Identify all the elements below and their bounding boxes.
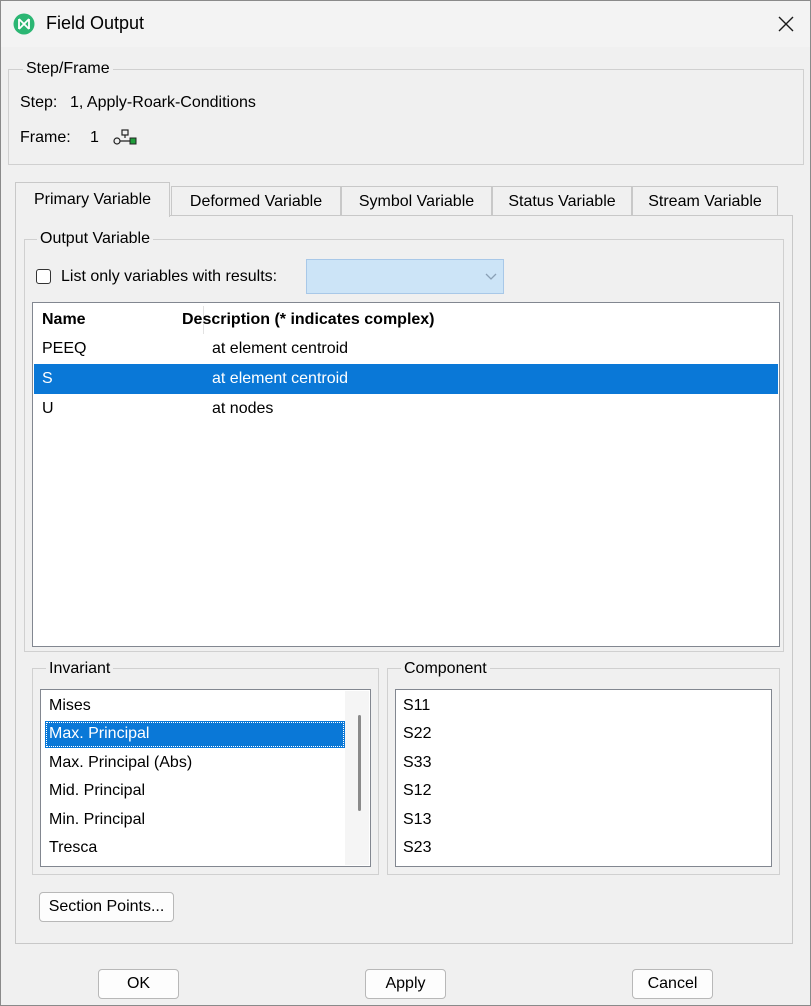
- ok-button[interactable]: OK: [98, 969, 179, 999]
- variable-description: at element centroid: [212, 340, 349, 357]
- list-item[interactable]: S23: [399, 835, 759, 862]
- list-only-results-label: List only variables with results:: [61, 268, 278, 285]
- list-item[interactable]: S11: [399, 693, 759, 720]
- variable-name: S: [42, 370, 53, 387]
- component-group-label: Component: [401, 660, 490, 678]
- invariant-scrollbar[interactable]: [345, 691, 369, 865]
- frame-selector-icon[interactable]: [113, 128, 137, 146]
- table-row[interactable]: S at element centroid: [34, 364, 778, 394]
- list-item[interactable]: Max. Principal (Abs): [45, 750, 345, 777]
- list-item[interactable]: Tresca: [45, 835, 345, 862]
- output-variable-list[interactable]: Name Description (* indicates complex) P…: [32, 302, 780, 647]
- column-header-description[interactable]: Description (* indicates complex): [182, 311, 435, 329]
- scrollbar-thumb[interactable]: [358, 715, 361, 811]
- chevron-down-icon: [485, 273, 497, 280]
- list-header: Name Description (* indicates complex): [34, 304, 778, 334]
- list-only-results-checkbox[interactable]: [36, 269, 51, 284]
- list-item[interactable]: S12: [399, 778, 759, 805]
- results-filter-combo[interactable]: [306, 259, 504, 294]
- variable-name: U: [42, 400, 54, 417]
- list-item[interactable]: S22: [399, 721, 759, 748]
- variable-description: at nodes: [212, 400, 274, 417]
- frame-label: Frame:: [20, 129, 71, 146]
- apply-button[interactable]: Apply: [365, 969, 446, 999]
- tab-deformed-variable[interactable]: Deformed Variable: [171, 186, 341, 216]
- step-frame-group: [8, 69, 804, 165]
- list-item[interactable]: Max. Principal: [45, 721, 345, 748]
- step-frame-group-label: Step/Frame: [23, 60, 113, 78]
- section-points-button[interactable]: Section Points...: [39, 892, 174, 922]
- title-bar: Field Output: [1, 1, 810, 47]
- window-title: Field Output: [46, 13, 145, 33]
- tab-primary-variable[interactable]: Primary Variable: [15, 182, 170, 217]
- close-icon: [778, 16, 794, 32]
- app-logo-icon: [13, 13, 35, 35]
- tab-symbol-variable[interactable]: Symbol Variable: [341, 186, 492, 216]
- table-row[interactable]: U at nodes: [34, 394, 778, 424]
- step-label: Step:: [20, 94, 58, 111]
- variable-description: at element centroid: [212, 370, 349, 387]
- list-item[interactable]: S13: [399, 807, 759, 834]
- tab-status-variable[interactable]: Status Variable: [492, 186, 632, 216]
- column-header-name[interactable]: Name: [42, 311, 86, 329]
- list-item[interactable]: Min. Principal: [45, 807, 345, 834]
- invariant-list[interactable]: Mises Max. Principal Max. Principal (Abs…: [40, 689, 371, 867]
- table-row[interactable]: PEEQ at element centroid: [34, 334, 778, 364]
- component-list[interactable]: S11 S22 S33 S12 S13 S23: [395, 689, 772, 867]
- close-button[interactable]: [762, 1, 810, 47]
- variable-name: PEEQ: [42, 340, 87, 357]
- tab-stream-variable[interactable]: Stream Variable: [632, 186, 778, 216]
- invariant-group-label: Invariant: [46, 660, 114, 678]
- cancel-button[interactable]: Cancel: [632, 969, 713, 999]
- list-item[interactable]: S33: [399, 750, 759, 777]
- list-item[interactable]: Mises: [45, 693, 345, 720]
- list-item[interactable]: Mid. Principal: [45, 778, 345, 805]
- step-value: 1, Apply-Roark-Conditions: [70, 94, 256, 111]
- field-output-dialog: Field Output Step/Frame Step: 1, Apply-R…: [0, 0, 811, 1006]
- frame-value: 1: [90, 129, 99, 146]
- output-variable-group-label: Output Variable: [37, 230, 153, 248]
